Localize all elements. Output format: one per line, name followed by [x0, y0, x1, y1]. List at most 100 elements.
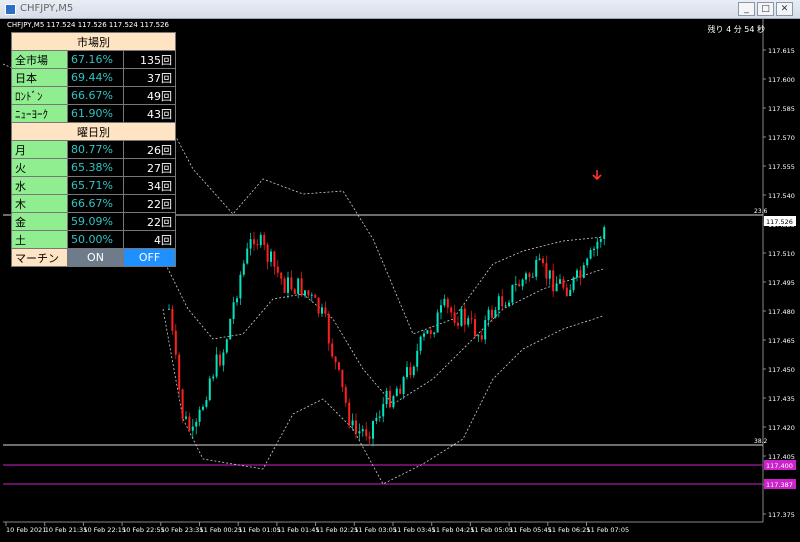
time-tick-label: 11 Feb 04:25: [432, 526, 475, 534]
candle-bull: [195, 421, 198, 427]
candle-bear: [545, 263, 548, 279]
martingale-on-button[interactable]: ON: [67, 248, 124, 267]
weekday-row: 月 80.77% 26回: [11, 140, 176, 159]
candle-bull: [443, 298, 446, 306]
candle-bear: [491, 309, 493, 318]
row-label: 木: [11, 194, 68, 213]
price-tick-label: 117.570: [768, 134, 795, 142]
candle-bear: [300, 278, 303, 296]
candle-bear: [474, 319, 476, 337]
window-titlebar[interactable]: CHFJPY,M5 _ □ ✕: [0, 0, 800, 19]
minimize-button[interactable]: _: [738, 2, 755, 16]
candle-bear: [399, 388, 402, 394]
row-pct: 65.71%: [67, 176, 124, 195]
candle-bear: [327, 313, 330, 344]
candle-bull: [436, 312, 439, 333]
candle-bull: [358, 431, 361, 434]
candle-bear: [565, 287, 568, 296]
market-header: 市場別: [11, 32, 176, 51]
candle-bear: [463, 308, 466, 325]
candle-bear: [266, 244, 269, 262]
row-label: 日本: [11, 68, 68, 87]
row-label: 月: [11, 140, 68, 159]
weekday-row: 水 65.71% 34回: [11, 176, 176, 195]
time-tick-label: 11 Feb 05:05: [470, 526, 513, 534]
candle-bull: [494, 310, 497, 318]
row-label: 火: [11, 158, 68, 177]
price-tick-label: 117.615: [768, 47, 795, 55]
candle-bull: [232, 302, 235, 319]
price-tick-label: 117.450: [768, 366, 795, 374]
magenta-lower-price-tag: 117.387: [766, 481, 793, 489]
row-pct: 61.90%: [67, 104, 124, 123]
price-tick-label: 117.510: [768, 250, 795, 258]
row-label: ﾆｭｰﾖｰｸ: [11, 104, 68, 123]
candle-bull: [270, 251, 272, 262]
candle-bull: [589, 250, 592, 259]
candle-bull: [487, 309, 490, 321]
candle-bull: [521, 279, 524, 287]
candle-bear: [528, 273, 531, 277]
candle-bear: [501, 296, 504, 307]
market-row: ﾆｭｰﾖｰｸ 61.90% 43回: [11, 104, 176, 123]
current-price-tag: 117.526: [766, 218, 793, 226]
market-row: 日本 69.44% 37回: [11, 68, 176, 87]
candle-bear: [542, 258, 544, 264]
stats-panel: 市場別 全市場 67.16% 135回 日本 69.44% 37回 ﾛﾝﾄﾞﾝ 66.67…: [11, 32, 176, 267]
price-chart[interactable]: 117.615 117.600 117.585 117.570 117.555 117.5…: [3, 19, 800, 542]
candle-bear: [324, 307, 327, 314]
candle-bull: [304, 290, 306, 296]
time-tick-label: 10 Feb 2021: [6, 526, 46, 534]
candle-bull: [259, 234, 262, 246]
martingale-off-button[interactable]: OFF: [123, 248, 176, 267]
maximize-button[interactable]: □: [757, 2, 774, 16]
row-count: 22回: [123, 194, 176, 213]
candle-bull: [215, 354, 218, 377]
candle-bear: [256, 244, 259, 246]
candle-bull: [416, 350, 419, 367]
candle-bull: [372, 421, 374, 439]
price-tick-label: 117.465: [768, 337, 795, 345]
candle-bear: [457, 322, 459, 326]
candle-bear: [188, 416, 191, 431]
candle-bull: [440, 305, 442, 313]
row-count: 26回: [123, 140, 176, 159]
price-tick-label: 117.540: [768, 192, 795, 200]
candle-bear: [368, 436, 371, 439]
candle-bull: [497, 296, 500, 311]
close-button[interactable]: ✕: [776, 2, 793, 16]
candle-bull: [212, 376, 215, 379]
row-count: 27回: [123, 158, 176, 177]
symbol-info: CHFJPY,M5 117.524 117.526 117.524 117.52…: [7, 21, 169, 29]
time-tick-label: 11 Feb 03:05: [354, 526, 397, 534]
candle-bear: [280, 272, 283, 279]
candle-bull: [392, 396, 395, 408]
candle-bull: [385, 390, 388, 405]
weekday-row: 金 59.09% 22回: [11, 212, 176, 231]
row-pct: 66.67%: [67, 194, 124, 213]
row-pct: 67.16%: [67, 50, 124, 69]
candle-bull: [525, 273, 527, 280]
candle-bull: [569, 289, 572, 296]
magenta-upper-price-tag: 117.400: [766, 462, 793, 470]
row-label: 土: [11, 230, 68, 249]
weekday-row: 火 65.38% 27回: [11, 158, 176, 177]
price-tick-label: 117.600: [768, 76, 795, 84]
candle-bull: [535, 259, 538, 277]
candle-bull: [229, 318, 232, 340]
candle-bull: [168, 308, 170, 310]
row-pct: 59.09%: [67, 212, 124, 231]
row-count: 43回: [123, 104, 176, 123]
candle-bull: [593, 248, 595, 251]
candle-bear: [263, 234, 266, 245]
row-count: 135回: [123, 50, 176, 69]
candle-bear: [562, 279, 565, 288]
candle-bear: [579, 270, 582, 278]
candle-bull: [375, 417, 378, 422]
time-tick-label: 11 Feb 05:45: [509, 526, 552, 534]
candle-bear: [334, 356, 337, 363]
candle-bull: [382, 404, 385, 417]
candle-bull: [433, 332, 436, 335]
weekday-header: 曜日別: [11, 122, 176, 141]
candle-bear: [178, 354, 181, 390]
